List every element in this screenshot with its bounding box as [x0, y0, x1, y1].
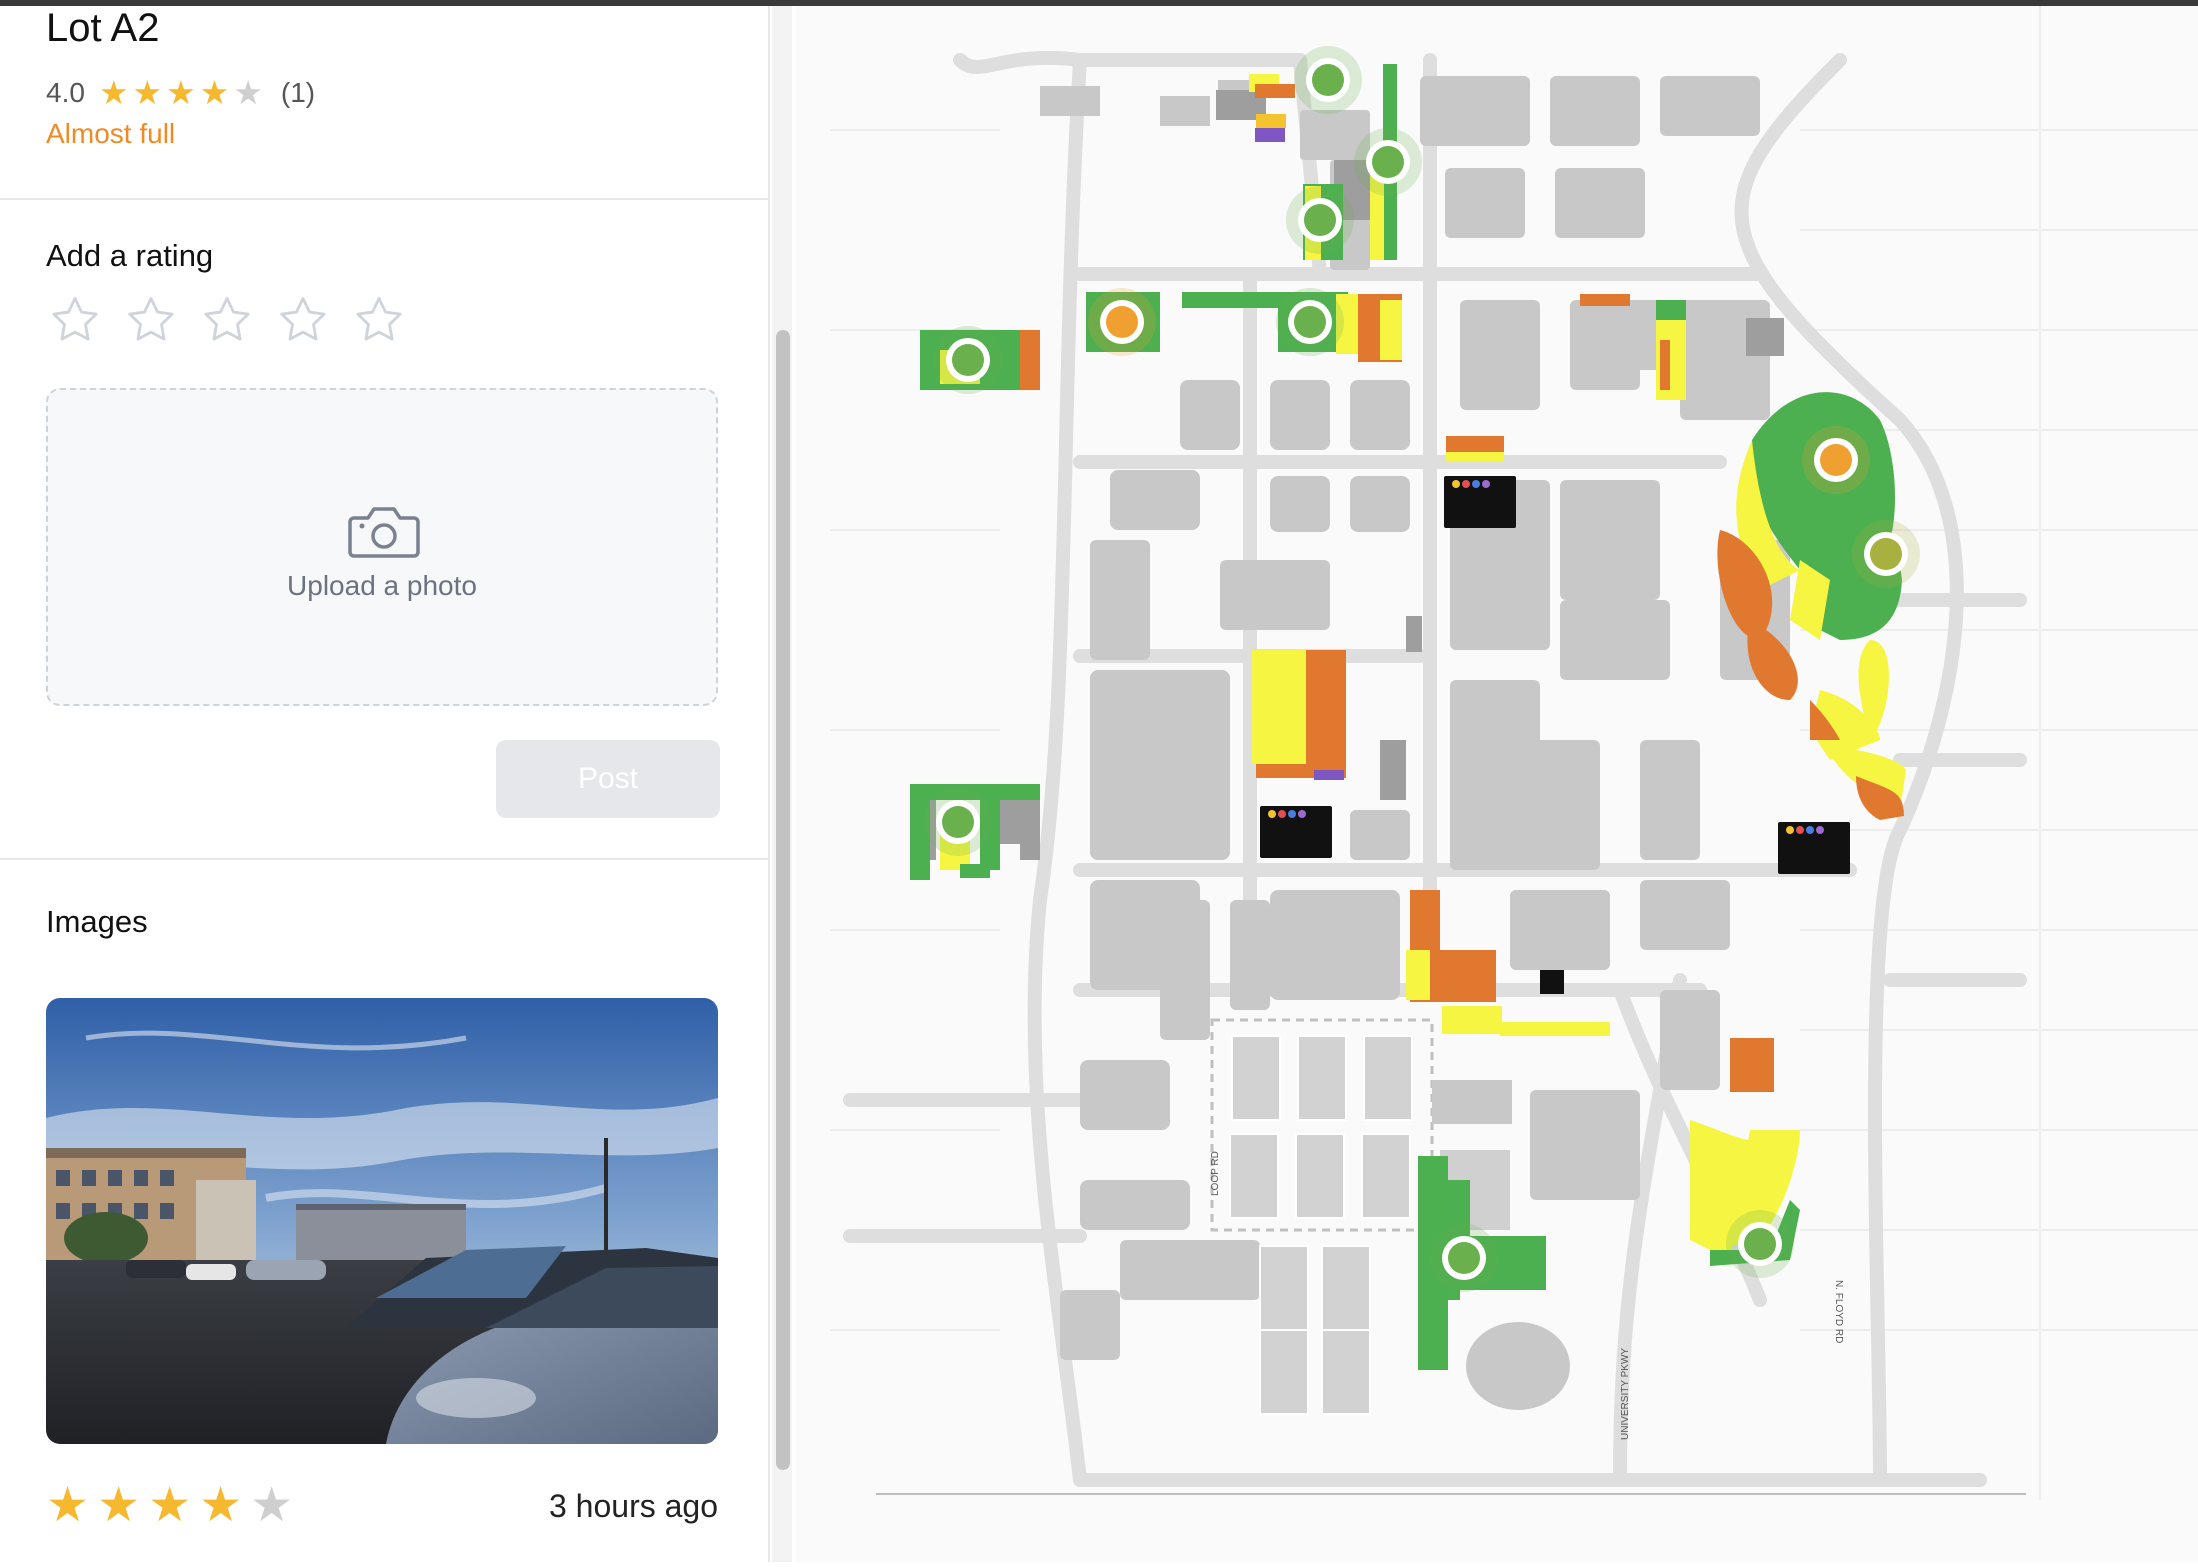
review-stars: ★ ★ ★ ★ ★: [46, 1482, 297, 1530]
add-rating-title: Add a rating: [46, 238, 214, 273]
rate-star-3[interactable]: [198, 292, 256, 353]
review-star-4: ★: [199, 1479, 243, 1532]
rating-star-5: ★: [233, 74, 263, 111]
divider: [0, 858, 768, 860]
lot-marker-available[interactable]: [924, 788, 992, 856]
review-star-1: ★: [46, 1479, 90, 1532]
review-star-3: ★: [148, 1479, 192, 1532]
images-title: Images: [46, 904, 148, 939]
rate-star-4[interactable]: [274, 292, 332, 353]
street-label-n-floyd-rd: N. FLOYD RD: [1833, 1280, 1844, 1343]
lot-marker-moderate[interactable]: [1852, 520, 1920, 588]
review-star-5: ★: [250, 1479, 294, 1532]
rating-star-4: ★: [199, 74, 230, 111]
rating-count: (1): [280, 76, 316, 108]
lot-rating-summary: 4.0 ★ ★ ★ ★ ★ (1): [46, 76, 315, 109]
rating-stars: ★ ★ ★ ★ ★: [99, 76, 267, 109]
rate-star-1[interactable]: [46, 292, 104, 353]
lot-marker-available[interactable]: [1276, 288, 1344, 356]
upload-photo-dropzone[interactable]: Upload a photo: [46, 388, 718, 706]
post-button[interactable]: Post: [496, 740, 720, 818]
lot-status: Almost full: [46, 118, 176, 149]
upload-label: Upload a photo: [287, 570, 477, 601]
street-label-university-pkwy: UNIVERSITY PKWY: [1620, 1348, 1631, 1440]
lot-marker-almost-full[interactable]: [1088, 288, 1156, 356]
rating-star-1: ★: [98, 74, 129, 111]
divider: [0, 198, 768, 200]
lot-marker-available[interactable]: [934, 326, 1002, 394]
lot-marker-almost-full[interactable]: [1802, 426, 1870, 494]
lot-marker-available[interactable]: [1726, 1210, 1794, 1278]
lot-marker-available[interactable]: [1286, 186, 1354, 254]
lot-details-panel: Lot A2 4.0 ★ ★ ★ ★ ★ (1) Almost full Add a r…: [0, 6, 770, 1562]
rating-input-stars: [46, 292, 412, 353]
lot-marker-available[interactable]: [1354, 128, 1422, 196]
review-photo[interactable]: [46, 998, 718, 1444]
rate-star-2[interactable]: [122, 292, 180, 353]
sidebar-scrollbar-thumb[interactable]: [776, 330, 790, 1470]
lot-title: Lot A2: [46, 6, 160, 50]
rating-star-3: ★: [166, 74, 196, 111]
camera-icon: [348, 502, 420, 565]
review-star-2: ★: [97, 1479, 141, 1532]
rating-value: 4.0: [46, 76, 85, 108]
rate-star-5[interactable]: [350, 292, 408, 353]
campus-map[interactable]: LOOP RD UNIVERSITY PKWY N. FLOYD RD: [796, 6, 2198, 1562]
lot-marker-available[interactable]: [1430, 1224, 1498, 1292]
rating-star-2: ★: [132, 74, 163, 111]
review-time: 3 hours ago: [548, 1488, 718, 1524]
lot-marker-available[interactable]: [1294, 46, 1362, 114]
street-label-loop-rd: LOOP RD: [1210, 1151, 1221, 1196]
